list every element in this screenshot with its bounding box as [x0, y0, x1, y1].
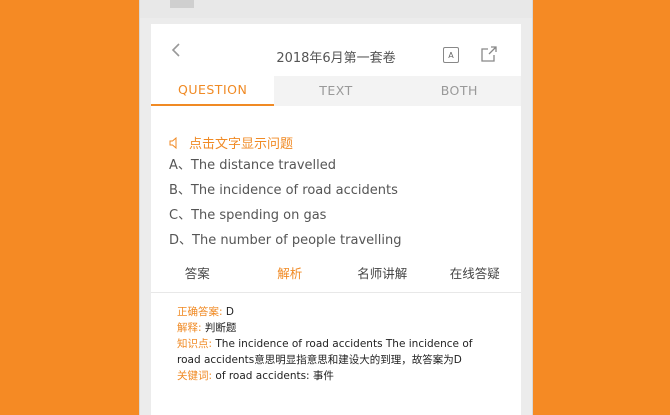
answer-panel: 正确答案: D 解释: 判断题 知识点: The incidence of ro… — [177, 304, 495, 384]
share-button[interactable] — [479, 44, 499, 64]
tab-question[interactable]: QUESTION — [151, 76, 275, 106]
header: 2018年6月第一套卷 A — [151, 24, 521, 76]
knowledge-value: The incidence of road accidents The inci… — [177, 338, 473, 366]
tab-text[interactable]: TEXT — [274, 76, 397, 106]
analysis-label: 解释: — [177, 322, 202, 334]
tab-teacher[interactable]: 名师讲解 — [336, 262, 429, 292]
question-prompt[interactable]: 点击文字显示问题 — [169, 133, 293, 152]
app-screen: 2018年6月第一套卷 A QUESTION TEXT BOTH 点击文字显示问… — [151, 24, 521, 415]
answer-tabs: 答案 解析 名师讲解 在线答疑 — [151, 262, 521, 293]
question-prompt-text: 点击文字显示问题 — [189, 137, 294, 152]
status-bar — [140, 0, 532, 18]
share-icon — [481, 46, 497, 62]
option-d[interactable]: D、The number of people travelling — [169, 233, 401, 258]
option-c[interactable]: C、The spending on gas — [169, 208, 401, 233]
tab-answer[interactable]: 答案 — [151, 262, 244, 292]
mode-tabs: QUESTION TEXT BOTH — [151, 76, 521, 106]
phone-frame: 2018年6月第一套卷 A QUESTION TEXT BOTH 点击文字显示问… — [139, 0, 533, 415]
keyword-value: of road accidents: 事件 — [215, 370, 334, 382]
tab-analysis[interactable]: 解析 — [244, 262, 337, 292]
correct-answer-label: 正确答案: — [177, 306, 223, 318]
page-title: 2018年6月第一套卷 — [276, 51, 396, 66]
knowledge-label: 知识点: — [177, 338, 213, 350]
font-size-button[interactable]: A — [443, 47, 459, 63]
option-b[interactable]: B、The incidence of road accidents — [169, 183, 401, 208]
correct-answer-row: 正确答案: D — [177, 304, 495, 320]
font-size-icon: A — [448, 50, 454, 60]
correct-answer-value: D — [225, 306, 234, 318]
options-list: A、The distance travelled B、The incidence… — [169, 158, 401, 258]
knowledge-row: 知识点: The incidence of road accidents The… — [177, 336, 495, 368]
option-a[interactable]: A、The distance travelled — [169, 158, 401, 183]
analysis-row: 解释: 判断题 — [177, 320, 495, 336]
status-indicator — [170, 0, 194, 8]
tab-both[interactable]: BOTH — [398, 76, 521, 106]
speaker-icon — [169, 136, 177, 149]
keyword-row: 关键词: of road accidents: 事件 — [177, 368, 495, 384]
tab-online-qa[interactable]: 在线答疑 — [429, 262, 522, 292]
analysis-value: 判断题 — [204, 322, 237, 334]
keyword-label: 关键词: — [177, 370, 213, 382]
